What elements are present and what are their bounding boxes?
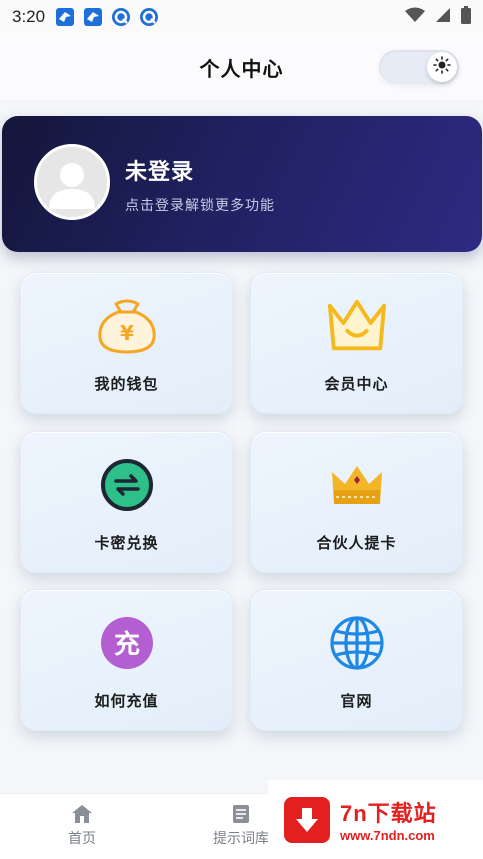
default-avatar-icon — [37, 147, 107, 217]
avatar[interactable] — [34, 144, 110, 220]
menu-tile-partner[interactable]: 合伙人提卡 — [250, 431, 463, 573]
status-bar: 3:20 — [0, 0, 483, 34]
menu-tile-website[interactable]: 官网 — [250, 589, 463, 731]
nav-label-prompts: 提示词库 — [213, 831, 269, 847]
nav-label-home: 首页 — [68, 831, 96, 847]
menu-label-recharge: 如何充值 — [94, 692, 159, 710]
home-icon — [71, 804, 93, 824]
watermark-url: www.7ndn.com — [340, 828, 435, 843]
login-status-title[interactable]: 未登录 — [125, 154, 194, 186]
bird-notification-icon — [83, 7, 103, 27]
system-icons — [405, 6, 471, 28]
nav-item-prompts[interactable]: 提示词库 — [208, 804, 274, 848]
globe-icon — [326, 612, 388, 674]
recharge-icon: 充 — [96, 612, 158, 674]
svg-text:¥: ¥ — [120, 321, 134, 345]
menu-label-vip: 会员中心 — [324, 375, 389, 393]
exchange-icon — [96, 454, 158, 516]
login-card[interactable]: 未登录 点击登录解锁更多功能 — [2, 116, 482, 252]
menu-tile-vip[interactable]: 会员中心 — [250, 272, 463, 414]
gold-crown-icon — [326, 454, 388, 516]
svg-text:充: 充 — [113, 629, 139, 660]
menu-label-card-exchange: 卡密兑换 — [94, 534, 159, 552]
status-time: 3:20 — [12, 7, 46, 26]
toggle-knob[interactable] — [427, 52, 457, 82]
battery-icon — [461, 6, 471, 28]
menu-tile-card-exchange[interactable]: 卡密兑换 — [20, 431, 233, 573]
signal-icon — [435, 7, 451, 27]
menu-tile-wallet[interactable]: ¥ 我的钱包 — [20, 272, 233, 414]
wifi-icon — [405, 7, 425, 27]
document-icon — [230, 804, 252, 824]
menu-label-website: 官网 — [340, 692, 373, 710]
login-hint: 点击登录解锁更多功能 — [125, 198, 275, 214]
menu-tile-recharge[interactable]: 充 如何充值 — [20, 589, 233, 731]
menu-label-wallet: 我的钱包 — [94, 375, 159, 393]
q-notification-icon — [139, 7, 159, 27]
money-bag-icon: ¥ — [96, 295, 158, 357]
watermark-badge: 7n下载站 www.7ndn.com — [268, 780, 483, 859]
bird-notification-icon — [55, 7, 75, 27]
header: 个人中心 — [0, 34, 483, 100]
sun-icon — [433, 56, 451, 78]
notification-icons — [55, 7, 159, 27]
menu-label-partner: 合伙人提卡 — [316, 534, 397, 552]
nav-item-home[interactable]: 首页 — [64, 804, 100, 848]
download-arrow-icon — [284, 796, 330, 843]
q-notification-icon — [111, 7, 131, 27]
crown-icon — [326, 295, 388, 357]
watermark-text: 7n下载站 www.7ndn.com — [340, 796, 437, 843]
page-title: 个人中心 — [199, 56, 284, 81]
theme-toggle[interactable] — [379, 50, 459, 84]
watermark-title: 7n下载站 — [340, 801, 437, 826]
